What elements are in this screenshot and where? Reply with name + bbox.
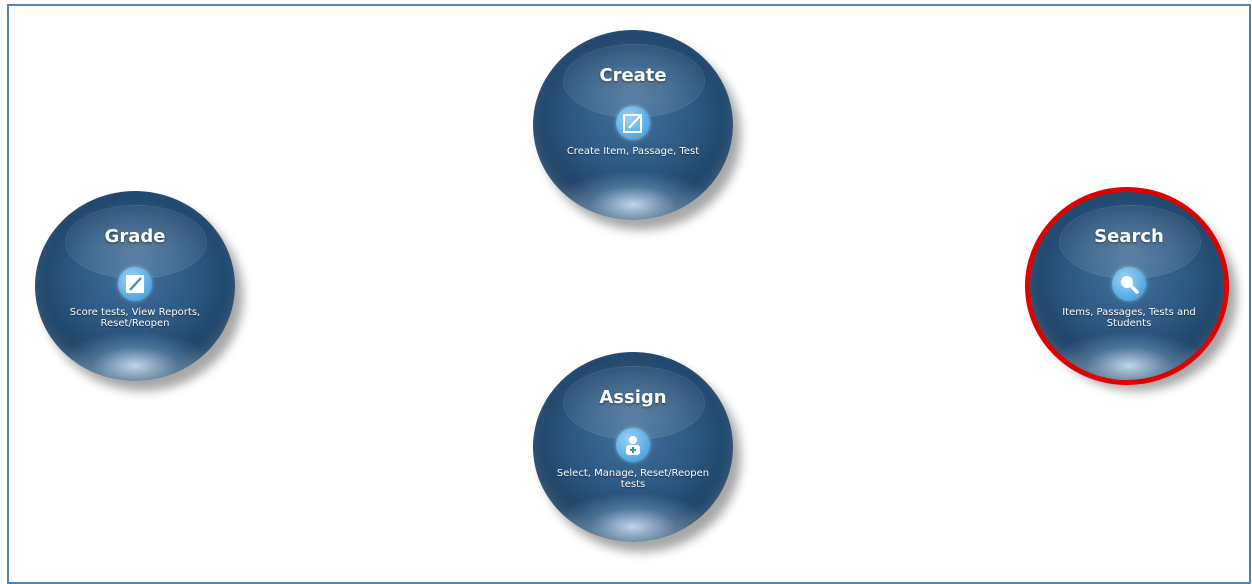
assign-description: Select, Manage, Reset/Reopen tests: [556, 468, 710, 490]
add-user-icon: [616, 428, 650, 462]
grade-button[interactable]: Grade Score tests, View Reports, Reset/R…: [35, 191, 235, 381]
create-title: Create: [599, 65, 667, 86]
assign-button[interactable]: Assign Select, Manage, Reset/Reopen test…: [533, 352, 733, 542]
grade-title: Grade: [104, 226, 166, 247]
search-description: Items, Passages, Tests and Students: [1062, 307, 1196, 329]
create-description: Create Item, Passage, Test: [566, 146, 700, 157]
search-title: Search: [1094, 226, 1164, 247]
pencil-icon: [118, 267, 152, 301]
grade-description: Score tests, View Reports, Reset/Reopen: [69, 307, 201, 329]
magnifier-icon: [1112, 267, 1146, 301]
assign-title: Assign: [599, 387, 667, 408]
edit-square-icon: [616, 106, 650, 140]
create-button[interactable]: Create Create Item, Passage, Test: [533, 30, 733, 220]
search-button[interactable]: Search Items, Passages, Tests and Studen…: [1029, 191, 1229, 381]
